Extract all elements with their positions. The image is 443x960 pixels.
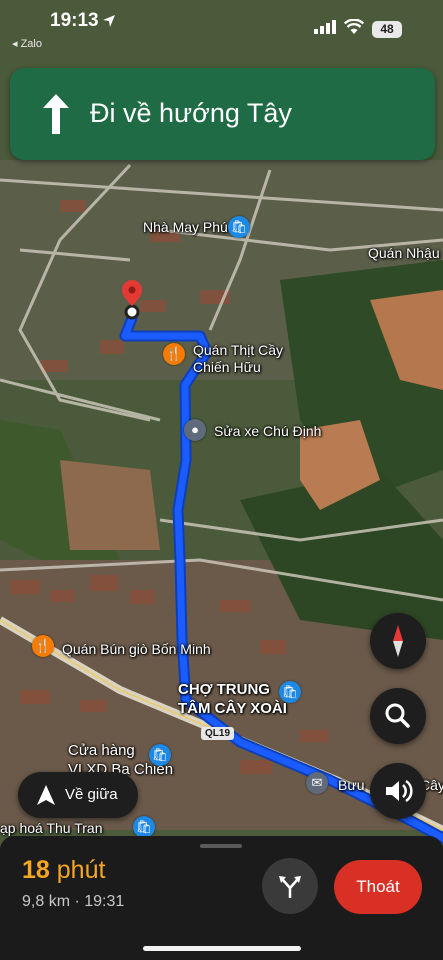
back-to-app-link[interactable]: ◂ Zalo	[12, 37, 42, 50]
recenter-button[interactable]: Về giữa	[18, 772, 138, 818]
eta-value: 18	[22, 856, 50, 884]
navigation-arrow-icon	[37, 785, 55, 805]
search-button[interactable]	[370, 688, 426, 744]
compass-button[interactable]	[370, 613, 426, 669]
poi-label[interactable]: CHỢ TRUNG TÂM CÂY XOÀI	[178, 680, 287, 718]
poi-label-line1: CHỢ TRUNG	[178, 681, 270, 698]
restaurant-icon[interactable]: 🍴	[163, 343, 185, 365]
eta: 18 phút	[22, 856, 105, 885]
sound-button[interactable]	[370, 763, 426, 819]
cellular-signal-icon	[314, 20, 336, 34]
poi-label[interactable]: Quán Thịt Cầy Chiến Hữu	[193, 342, 283, 376]
poi-label-line2: TÂM CÂY XOÀI	[178, 700, 287, 717]
direction-text: Đi về hướng Tây	[90, 98, 292, 128]
wifi-icon	[344, 19, 364, 34]
compass-icon	[393, 625, 403, 657]
alternate-routes-button[interactable]	[262, 858, 318, 914]
post-office-icon[interactable]: ✉	[306, 772, 328, 794]
poi-label-line1: Cửa hàng	[68, 742, 135, 759]
poi-label[interactable]: Bưu	[338, 777, 365, 793]
poi-label[interactable]: Sửa xe Chú Định	[214, 423, 321, 439]
speaker-icon	[386, 779, 413, 803]
drag-handle[interactable]	[200, 844, 242, 848]
eta-unit: phút	[56, 856, 106, 884]
poi-label[interactable]: Nhà May Phú	[143, 219, 228, 235]
recenter-label: Về giữa	[65, 786, 118, 803]
route-fork-icon	[279, 876, 301, 898]
home-indicator	[143, 946, 301, 951]
battery-indicator: 48	[372, 21, 402, 38]
location-arrow-icon	[103, 15, 115, 27]
restaurant-icon[interactable]: 🍴	[32, 635, 54, 657]
poi-label-line2: Chiến Hữu	[193, 359, 261, 375]
shopping-bag-icon[interactable]: 🛍	[133, 816, 155, 838]
poi-label[interactable]: ạp hoá Thu Tran	[0, 820, 102, 836]
shopping-bag-icon[interactable]: 🛍	[228, 216, 250, 238]
search-icon	[385, 703, 410, 728]
shopping-bag-icon[interactable]: 🛍	[149, 744, 171, 766]
status-bar: 19:13 ◂ Zalo 48	[0, 0, 443, 58]
poi-label[interactable]: Quán Nhậu	[368, 245, 440, 261]
exit-button[interactable]: Thoát	[334, 860, 422, 914]
poi-label-line1: Quán Thịt Cầy	[193, 342, 284, 358]
distance: 9,8 km	[22, 893, 71, 910]
poi-label[interactable]: Quán Bún giò Bốn Minh	[62, 641, 211, 657]
location-marker-icon[interactable]: ●	[184, 419, 206, 441]
direction-banner[interactable]: Đi về hướng Tây	[10, 68, 435, 160]
separator: ·	[74, 893, 80, 910]
shopping-bag-icon[interactable]: 🛍	[279, 681, 301, 703]
clock: 19:13	[50, 10, 99, 31]
trip-details: 9,8 km · 19:31	[22, 893, 124, 911]
arrival-time: 19:31	[84, 893, 125, 910]
straight-arrow-icon	[43, 94, 69, 134]
road-shield: QL19	[201, 727, 235, 740]
trip-panel[interactable]: 18 phút 9,8 km · 19:31 Thoát	[0, 836, 443, 960]
